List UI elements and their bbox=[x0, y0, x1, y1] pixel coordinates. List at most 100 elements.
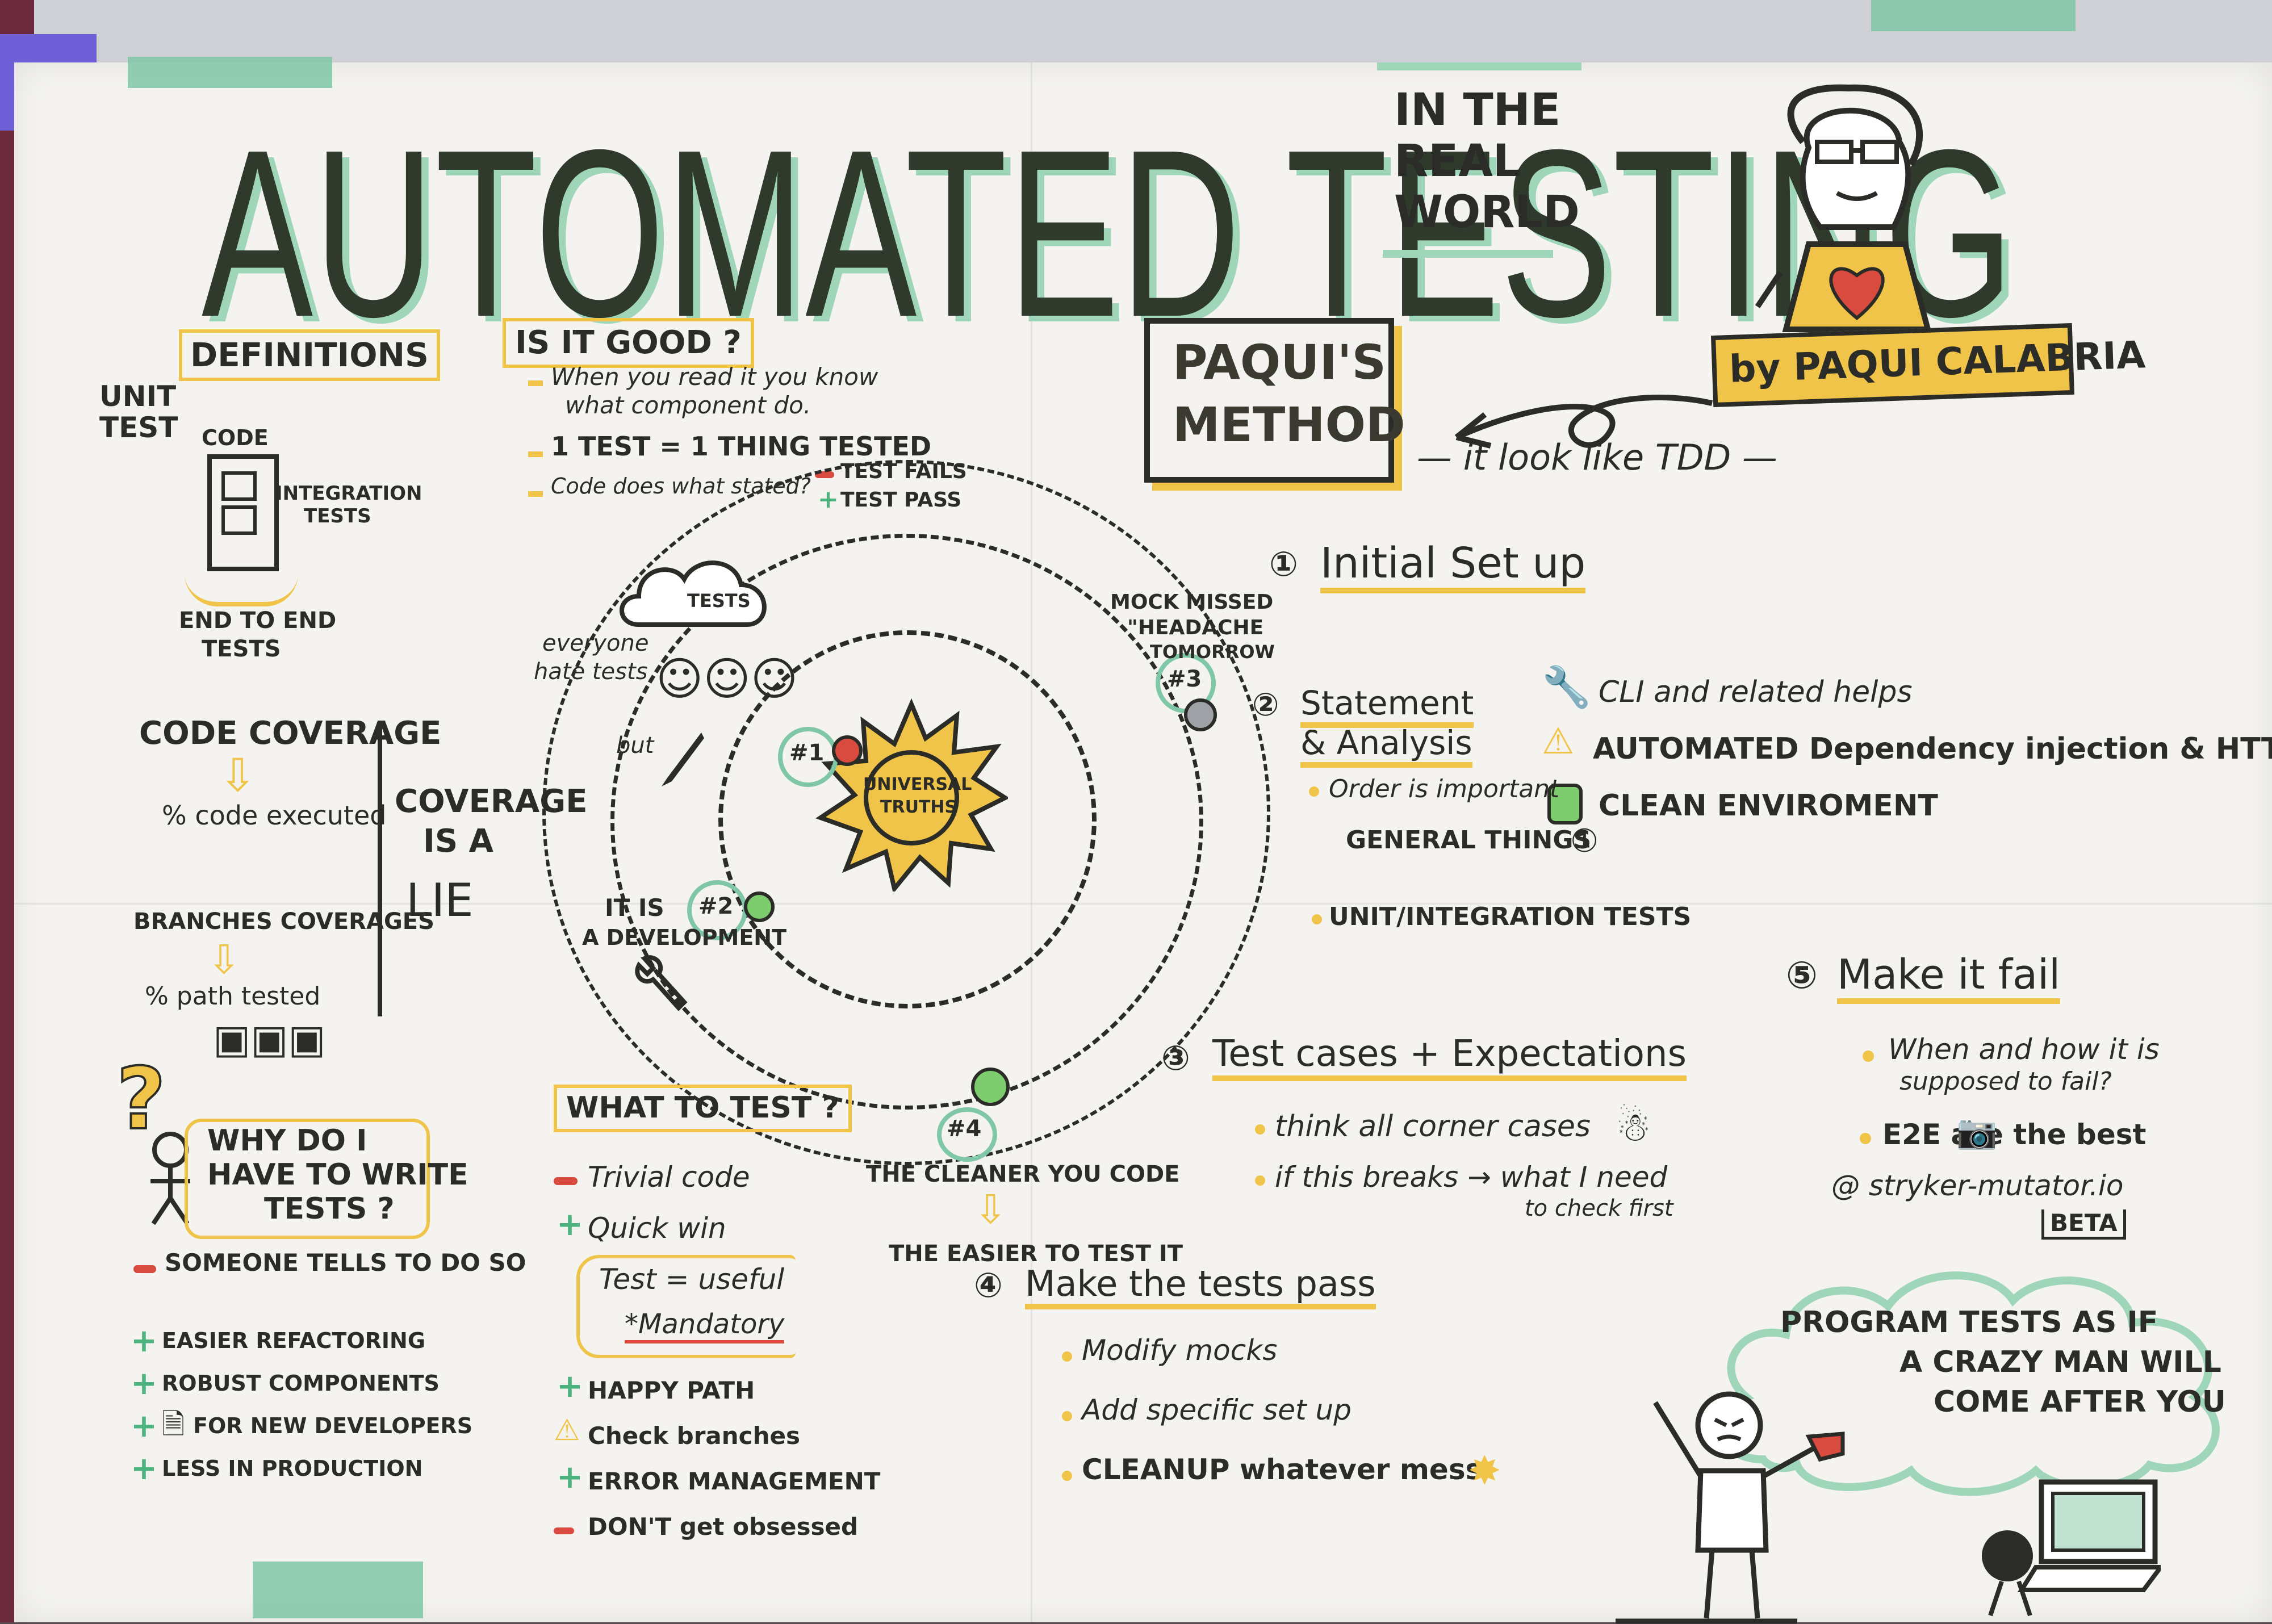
planet-3-text-3: TOMORROW bbox=[1150, 641, 1275, 663]
good-item-1: When you read it you know bbox=[551, 363, 878, 391]
code-label: CODE bbox=[202, 425, 269, 450]
s4-item-1: Modify mocks bbox=[1082, 1334, 1278, 1367]
why-line-2: HAVE TO WRITE bbox=[207, 1158, 468, 1192]
cloud-text: TESTS bbox=[687, 590, 751, 612]
e2e-brace bbox=[185, 574, 298, 606]
s3-item-2: if this breaks → what I need bbox=[1275, 1161, 1668, 1194]
everyone-line-2: hate tests bbox=[534, 659, 648, 685]
method-note: — it look like TDD — bbox=[1417, 437, 1777, 478]
step-2-title-1: Statement bbox=[1300, 684, 1474, 728]
planet-2-number: #2 bbox=[698, 893, 734, 919]
camera-icon: 📷 bbox=[1956, 1112, 1998, 1151]
mess-icon: ✸ bbox=[1468, 1447, 1501, 1494]
arrow-down-icon: ⇩ bbox=[219, 749, 257, 802]
subtitle-line-2: REAL bbox=[1394, 136, 1521, 187]
planet-3 bbox=[1184, 698, 1217, 731]
bullet-icon bbox=[1062, 1411, 1072, 1421]
code-executed: % code executed bbox=[162, 800, 387, 831]
plus-icon: + bbox=[557, 1459, 583, 1496]
s4-item-3: CLEANUP whatever mess bbox=[1082, 1453, 1483, 1486]
definitions-heading: DEFINITIONS bbox=[179, 329, 440, 381]
why-line-3: TESTS ? bbox=[264, 1192, 395, 1226]
bullet-icon bbox=[528, 491, 543, 497]
planet-1-number: #1 bbox=[789, 740, 825, 766]
wtt-happy: HAPPY PATH bbox=[588, 1376, 755, 1404]
planet-3-number: #3 bbox=[1167, 666, 1202, 692]
plus-icon: + bbox=[131, 1365, 157, 1402]
path-tested: % path tested bbox=[145, 982, 321, 1011]
plus-icon: + bbox=[131, 1408, 157, 1445]
planet-3-text-1: MOCK MISSED bbox=[1110, 591, 1274, 614]
why-plus-3: FOR NEW DEVELOPERS bbox=[193, 1413, 473, 1438]
method-line-2: METHOD bbox=[1173, 397, 1405, 453]
people-icon: ☺☺☺ bbox=[656, 652, 798, 705]
tape-top-right bbox=[1871, 0, 2076, 31]
s5-item-1: When and how it is bbox=[1888, 1033, 2160, 1066]
step-5-title: Make it fail bbox=[1837, 951, 2061, 1004]
unit-test-line-1: UNIT bbox=[99, 380, 177, 413]
quote-line-3: COME AFTER YOU bbox=[1934, 1385, 2226, 1419]
coverage-divider bbox=[378, 721, 382, 1016]
s3-item-3: to check first bbox=[1525, 1195, 1673, 1221]
coverage-lie-2: IS A bbox=[423, 823, 494, 860]
bullet-icon bbox=[1309, 786, 1319, 797]
subtitle-line-1: IN THE bbox=[1394, 85, 1561, 136]
step-3-number: ③ bbox=[1161, 1039, 1190, 1078]
planet-2-text-2: A DEVELOPMENT bbox=[582, 925, 787, 950]
e2e-line-2: TESTS bbox=[202, 636, 281, 662]
planet-4-text: THE CLEANER YOU CODE bbox=[866, 1161, 1180, 1187]
poster: AUTOMATED TESTING IN THE REAL WORLD by P… bbox=[14, 0, 2272, 1624]
planet-2-text-1: IT IS bbox=[605, 894, 664, 922]
quote-line-1: PROGRAM TESTS AS IF bbox=[1780, 1305, 2158, 1340]
method-line-1: PAQUI'S bbox=[1173, 334, 1386, 390]
subtitle-line-3: WORLD bbox=[1394, 187, 1580, 238]
subtitle-bar-top bbox=[1377, 62, 1581, 70]
minus-icon bbox=[133, 1265, 156, 1273]
bullet-icon bbox=[1255, 1124, 1265, 1135]
planet-3-text-2: "HEADACHE bbox=[1127, 616, 1264, 639]
quote-line-2: A CRAZY MAN WILL bbox=[1899, 1345, 2221, 1379]
e2e-line-1: END TO END bbox=[179, 608, 337, 634]
wtt-check: Check branches bbox=[588, 1422, 800, 1450]
coverage-lie-3: LIE bbox=[406, 874, 474, 927]
step-2-title-2: & Analysis bbox=[1300, 724, 1472, 768]
arrow-down-icon: ⇩ bbox=[974, 1186, 1007, 1233]
step-4-title: Make the tests pass bbox=[1025, 1263, 1376, 1310]
wtt-mandatory: *Mandatory bbox=[625, 1308, 785, 1344]
s2-item-1: Order is important bbox=[1329, 775, 1560, 803]
s5-item-3: E2E are the best bbox=[1882, 1118, 2147, 1151]
s1-item-3: CLEAN ENVIROMENT bbox=[1599, 789, 1938, 823]
wrench-icon bbox=[635, 955, 688, 1011]
s2-item-3: UNIT/INTEGRATION TESTS bbox=[1329, 902, 1692, 931]
step-1-title: Initial Set up bbox=[1320, 539, 1586, 594]
plus-icon: + bbox=[557, 1368, 583, 1405]
planet-2 bbox=[744, 891, 775, 922]
wtt-test-useful: Test = useful bbox=[599, 1263, 785, 1296]
unit-test-line-2: TEST bbox=[99, 411, 178, 444]
crazy-man-icon bbox=[1616, 1391, 1845, 1624]
s5-beta: BETA bbox=[2041, 1209, 2126, 1240]
warning-icon: ⚠ bbox=[1542, 721, 1575, 763]
minus-icon bbox=[554, 1527, 574, 1534]
integration-line-2: TESTS bbox=[304, 505, 371, 528]
why-minus: SOMEONE TELLS TO DO SO bbox=[165, 1249, 526, 1276]
circle-1-icon: ① bbox=[1570, 823, 1599, 860]
tape-bottom-left bbox=[253, 1562, 423, 1618]
bullet-icon bbox=[1312, 914, 1322, 924]
planet-4-number: #4 bbox=[947, 1116, 982, 1142]
wtt-error: ERROR MANAGEMENT bbox=[588, 1467, 881, 1495]
pencil-icon bbox=[662, 733, 704, 786]
good-item-3: 1 TEST = 1 THING TESTED bbox=[551, 431, 932, 462]
good-item-2: what component do. bbox=[565, 391, 811, 419]
everyone-line-1: everyone bbox=[542, 630, 649, 656]
step-5-number: ⑤ bbox=[1786, 953, 1818, 997]
code-coverage-label: CODE COVERAGE bbox=[139, 715, 442, 752]
author-portrait bbox=[1755, 84, 1932, 332]
warning-icon: ⚠ bbox=[554, 1413, 580, 1447]
planet-4 bbox=[971, 1068, 1010, 1106]
step-2-number: ② bbox=[1252, 687, 1279, 723]
document-icon: 🗎 bbox=[162, 1408, 185, 1441]
why-plus-2: ROBUST COMPONENTS bbox=[162, 1371, 440, 1396]
wtt-obsessed: DON'T get obsessed bbox=[588, 1513, 859, 1541]
branches-icon: ▣▣▣ bbox=[213, 1016, 326, 1062]
